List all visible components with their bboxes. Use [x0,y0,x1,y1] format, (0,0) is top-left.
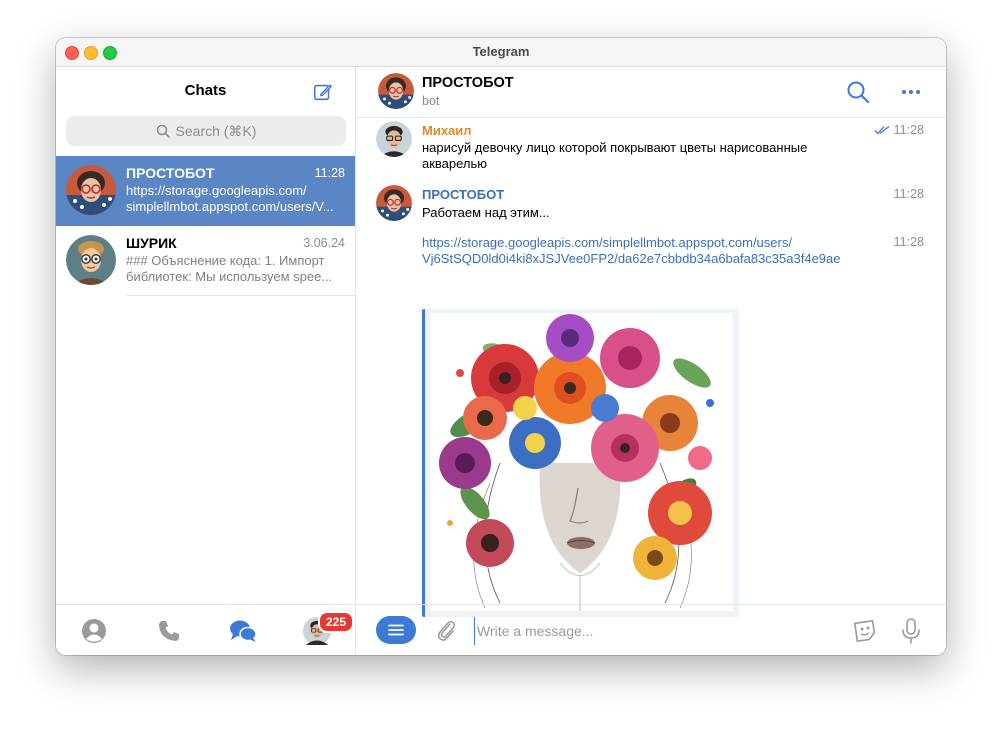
message-composer [356,604,946,655]
message-line: акварелью [422,156,488,171]
telegram-window: Telegram Chats Search (⌘K) ПРОСТОБОТ 11:… [56,38,946,655]
link-line[interactable]: Vj6StSQD0ld0i4ki8xJSJVee0FP2/da62e7cbbdb… [422,251,841,267]
chats-icon[interactable] [229,617,257,645]
chat-panel: ПРОСТОБОТ bot Михаил нарисуй девочку лиц… [356,67,946,655]
chat-preview-line: ### Объяснение кода: 1. Импорт [126,253,325,268]
time-label: 11:28 [893,123,924,137]
unread-badge: 225 [318,611,354,633]
avatar[interactable] [376,121,412,157]
watercolor-portrait-image [430,313,733,611]
chat-time: 11:28 [314,166,345,180]
attach-icon[interactable] [434,618,458,642]
message-text: Работаем над этим... [422,205,550,220]
title-bar: Telegram [56,38,946,67]
more-icon[interactable] [899,80,923,104]
profile-icon[interactable] [80,617,108,645]
compose-icon[interactable] [312,81,334,103]
avatar [66,165,116,215]
preview-image[interactable] [430,313,733,611]
chat-title[interactable]: ПРОСТОБОТ [422,75,514,91]
chat-status: bot [422,94,440,108]
bot-menu-button[interactable] [376,616,416,644]
divider [126,295,355,296]
calls-icon[interactable] [155,617,183,645]
sidebar-title: Chats [184,82,227,99]
search-icon [156,124,170,138]
chat-preview: ### Объяснение кода: 1. Импорт библиотек… [126,253,346,285]
message-input[interactable] [474,617,809,645]
search-icon[interactable] [846,80,870,104]
chat-item-prostobot[interactable]: ПРОСТОБОТ 11:28 https://storage.googleap… [56,156,355,226]
menu-icon [388,624,404,636]
message-sender[interactable]: ПРОСТОБОТ [422,187,504,202]
message-link[interactable]: https://storage.googleapis.com/simplellm… [422,235,841,267]
avatar[interactable] [378,73,414,109]
double-check-icon [874,125,890,135]
sticker-icon[interactable] [851,617,879,645]
message-line: нарисуй девочку лицо которой покрывают ц… [422,140,808,155]
chat-item-shurik[interactable]: ШУРИК 3.06.24 ### Объяснение кода: 1. Им… [56,226,355,296]
chat-name: ПРОСТОБОТ [126,165,215,181]
bottom-navigation: 225 [56,604,355,655]
avatar[interactable] [376,185,412,221]
chat-preview: https://storage.googleapis.com/ simplell… [126,183,346,215]
message-time: 11:28 [874,123,924,137]
search-field[interactable]: Search (⌘K) [66,116,346,146]
chat-list-sidebar: Chats Search (⌘K) ПРОСТОБОТ 11:28 https:… [56,67,356,655]
avatar [66,235,116,285]
chat-name: ШУРИК [126,235,177,251]
message-time: 11:28 [893,235,924,249]
search-placeholder: Search (⌘K) [175,122,257,139]
microphone-icon[interactable] [900,617,922,645]
chat-preview-line: simplellmbot.appspot.com/users/V... [126,199,334,214]
link-preview[interactable] [422,309,739,617]
chat-preview-line: библиотек: Мы используем spee... [126,269,333,284]
chat-time: 3.06.24 [303,236,345,250]
message-time: 11:28 [893,187,924,201]
message-sender[interactable]: Михаил [422,123,472,138]
chat-header: ПРОСТОБОТ bot [356,67,946,118]
window-title: Telegram [472,44,530,59]
link-line[interactable]: https://storage.googleapis.com/simplellm… [422,235,841,251]
message-text: нарисуй девочку лицо которой покрывают ц… [422,140,807,172]
chat-preview-line: https://storage.googleapis.com/ [126,183,307,198]
